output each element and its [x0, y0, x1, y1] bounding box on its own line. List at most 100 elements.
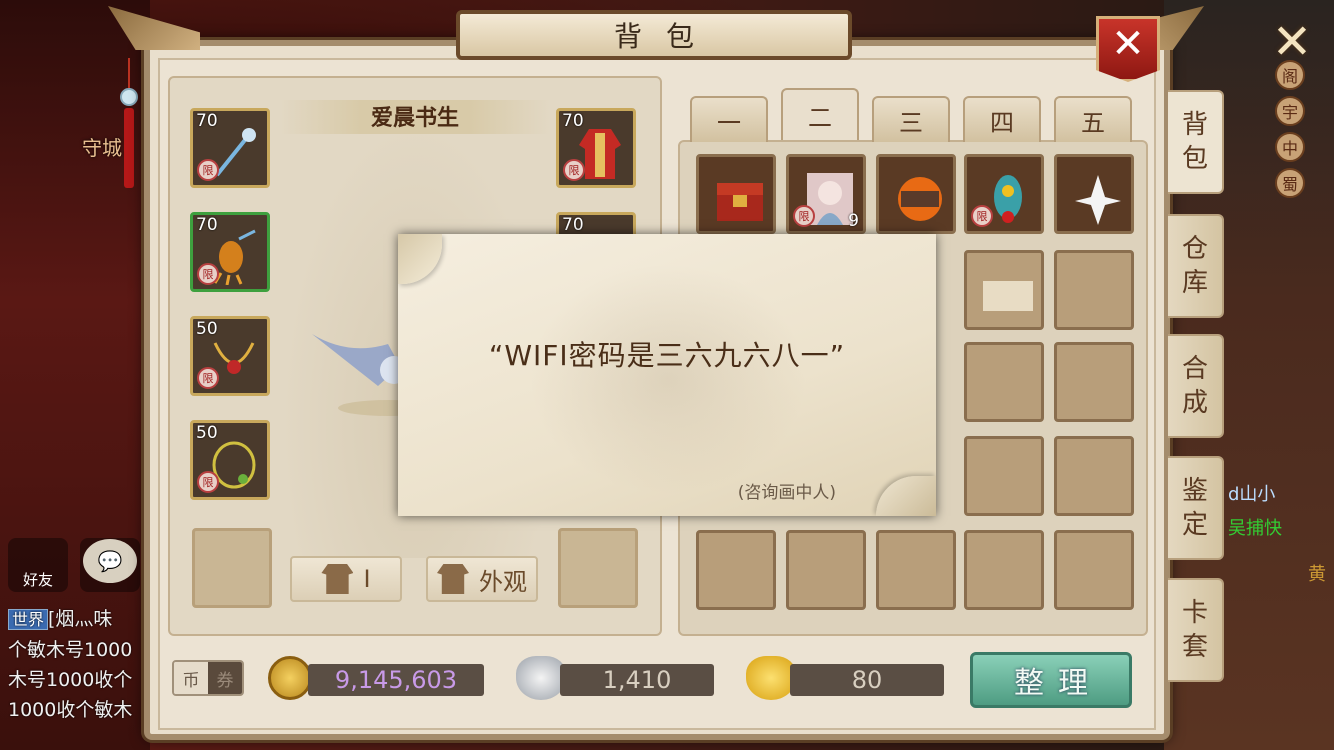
bag-slot[interactable] — [786, 530, 866, 610]
bind-seal-icon: 限 — [197, 367, 219, 389]
paper-curl — [876, 476, 936, 516]
right-banner: 阁 宇 中 蜀 — [1270, 60, 1310, 210]
bag-tab-2[interactable]: 二 — [781, 88, 859, 140]
exit-icon[interactable]: ✕ — [1268, 18, 1316, 66]
silver-ingot-icon — [516, 656, 566, 700]
banner-char: 中 — [1275, 132, 1305, 162]
bag-slot[interactable] — [876, 530, 956, 610]
treasure-chest-icon — [717, 183, 763, 221]
bag-slot[interactable] — [1054, 436, 1134, 516]
paper-curl — [398, 234, 442, 284]
silver-amount: 1,410 — [560, 664, 714, 696]
bind-seal-icon: 限 — [197, 263, 219, 285]
side-tab-synthesize[interactable]: 合 成 — [1168, 334, 1224, 438]
voucher-toggle-option[interactable]: 券 — [208, 662, 242, 694]
chat-button[interactable]: 💬 — [80, 538, 140, 592]
close-icon: ✕ — [1111, 21, 1145, 67]
equip-slot-necklace[interactable]: 50 限 — [190, 316, 270, 396]
bag-slot[interactable]: 限 — [964, 154, 1044, 234]
chat-line: 1000收个敏木 — [8, 699, 133, 721]
bag-slot[interactable] — [964, 436, 1044, 516]
right-npc-labels: d山小 吴捕快 黄 — [1228, 480, 1334, 586]
bind-seal-icon: 限 — [197, 471, 219, 493]
appearance-button[interactable]: 外观 — [426, 556, 538, 602]
dialog-watermark — [518, 254, 818, 504]
bind-seal-icon: 限 — [793, 205, 815, 227]
guard-npc-label: 守城 — [82, 136, 122, 160]
item-count: 9 — [848, 211, 859, 231]
bind-seal-icon: 限 — [197, 159, 219, 181]
bag-slot[interactable] — [696, 154, 776, 234]
armor-button-label: I — [363, 565, 371, 593]
npc-label: 吴捕快 — [1228, 518, 1282, 539]
coin-toggle-option[interactable]: 币 — [174, 662, 208, 694]
chat-text: [烟灬味 — [48, 608, 113, 630]
bag-slot[interactable] — [964, 342, 1044, 422]
bag-slot[interactable]: 9 限 — [786, 154, 866, 234]
white-lily-icon — [1075, 175, 1121, 225]
social-buttons: 好友 💬 — [8, 538, 140, 592]
bag-page-tabs: 一 二 三 四 五 — [690, 88, 1134, 142]
equip-slot-belt[interactable]: 50 限 — [190, 420, 270, 500]
chat-log[interactable]: 世界 [烟灬味 个敏木号1000 木号1000收个 1000收个敏木 — [8, 604, 158, 725]
coin-amount: 9,145,603 — [308, 664, 484, 696]
chat-line: 木号1000收个 — [8, 669, 133, 691]
dialog-source: (咨询画中人) — [737, 483, 836, 503]
paper-scroll-icon — [983, 281, 1033, 311]
equip-slot-claw[interactable]: 70 限 — [190, 212, 270, 292]
armor-icon — [321, 564, 354, 594]
currency-toggle[interactable]: 币 券 — [172, 660, 244, 696]
chat-line: 个敏木号1000 — [8, 639, 133, 661]
equip-slot-empty-left[interactable] — [192, 528, 272, 608]
bag-slot[interactable] — [1054, 530, 1134, 610]
copper-coin-icon — [268, 656, 312, 700]
dialog-message: “WIFI密码是三六九六八一” — [488, 339, 846, 372]
armor-view-button[interactable]: I — [290, 556, 402, 602]
coat-icon — [437, 564, 469, 594]
bag-slot[interactable] — [1054, 250, 1134, 330]
window-title: 背包 — [456, 10, 852, 60]
fire-scroll-icon — [898, 177, 942, 221]
bag-slot[interactable] — [964, 530, 1044, 610]
chat-bubble-icon: 💬 — [83, 539, 137, 583]
side-tab-label: 合 成 — [1181, 354, 1208, 418]
lantern-decoration — [118, 58, 140, 188]
equip-slot-robe[interactable]: 70 限 — [556, 108, 636, 188]
friends-label: 好友 — [22, 571, 53, 589]
scroll-message-dialog[interactable]: “WIFI密码是三六九六八一” (咨询画中人) — [398, 234, 936, 516]
bag-slot[interactable] — [1054, 342, 1134, 422]
npc-label: 黄 — [1308, 564, 1326, 585]
side-tab-label: 鉴 定 — [1181, 476, 1208, 540]
bag-tab-4[interactable]: 四 — [963, 96, 1041, 142]
side-tab-identify[interactable]: 鉴 定 — [1168, 456, 1224, 560]
banner-char: 蜀 — [1275, 168, 1305, 198]
side-tab-label: 卡 套 — [1181, 598, 1208, 662]
side-tab-bag[interactable]: 背 包 — [1168, 90, 1224, 194]
bag-slot[interactable] — [1054, 154, 1134, 234]
npc-label: d山小 — [1228, 484, 1276, 505]
equip-slot-weapon[interactable]: 70 限 — [190, 108, 270, 188]
bag-tab-3[interactable]: 三 — [872, 96, 950, 142]
bind-seal-icon: 限 — [971, 205, 993, 227]
friends-button[interactable]: 好友 — [8, 538, 68, 592]
side-tab-card[interactable]: 卡 套 — [1168, 578, 1224, 682]
gold-ingot-icon — [746, 656, 796, 700]
side-tab-label: 背 包 — [1181, 110, 1208, 174]
chat-line: 世界 [烟灬味 — [8, 604, 158, 635]
gold-amount: 80 — [790, 664, 944, 696]
side-tab-label: 仓 库 — [1181, 234, 1208, 298]
appearance-button-label: 外观 — [479, 567, 527, 596]
side-tab-warehouse[interactable]: 仓 库 — [1168, 214, 1224, 318]
character-name: 爱晨书生 — [280, 100, 550, 134]
bag-tab-5[interactable]: 五 — [1054, 96, 1132, 142]
chat-channel-tag: 世界 — [8, 609, 49, 630]
bind-seal-icon: 限 — [563, 159, 585, 181]
close-button[interactable]: ✕ — [1096, 16, 1160, 82]
bag-slot[interactable] — [696, 530, 776, 610]
bag-slot[interactable] — [964, 250, 1044, 330]
equip-slot-empty-right[interactable] — [558, 528, 638, 608]
bag-tab-1[interactable]: 一 — [690, 96, 768, 142]
sort-button[interactable]: 整理 — [970, 652, 1132, 708]
banner-char: 宇 — [1275, 96, 1305, 126]
bag-slot[interactable] — [876, 154, 956, 234]
